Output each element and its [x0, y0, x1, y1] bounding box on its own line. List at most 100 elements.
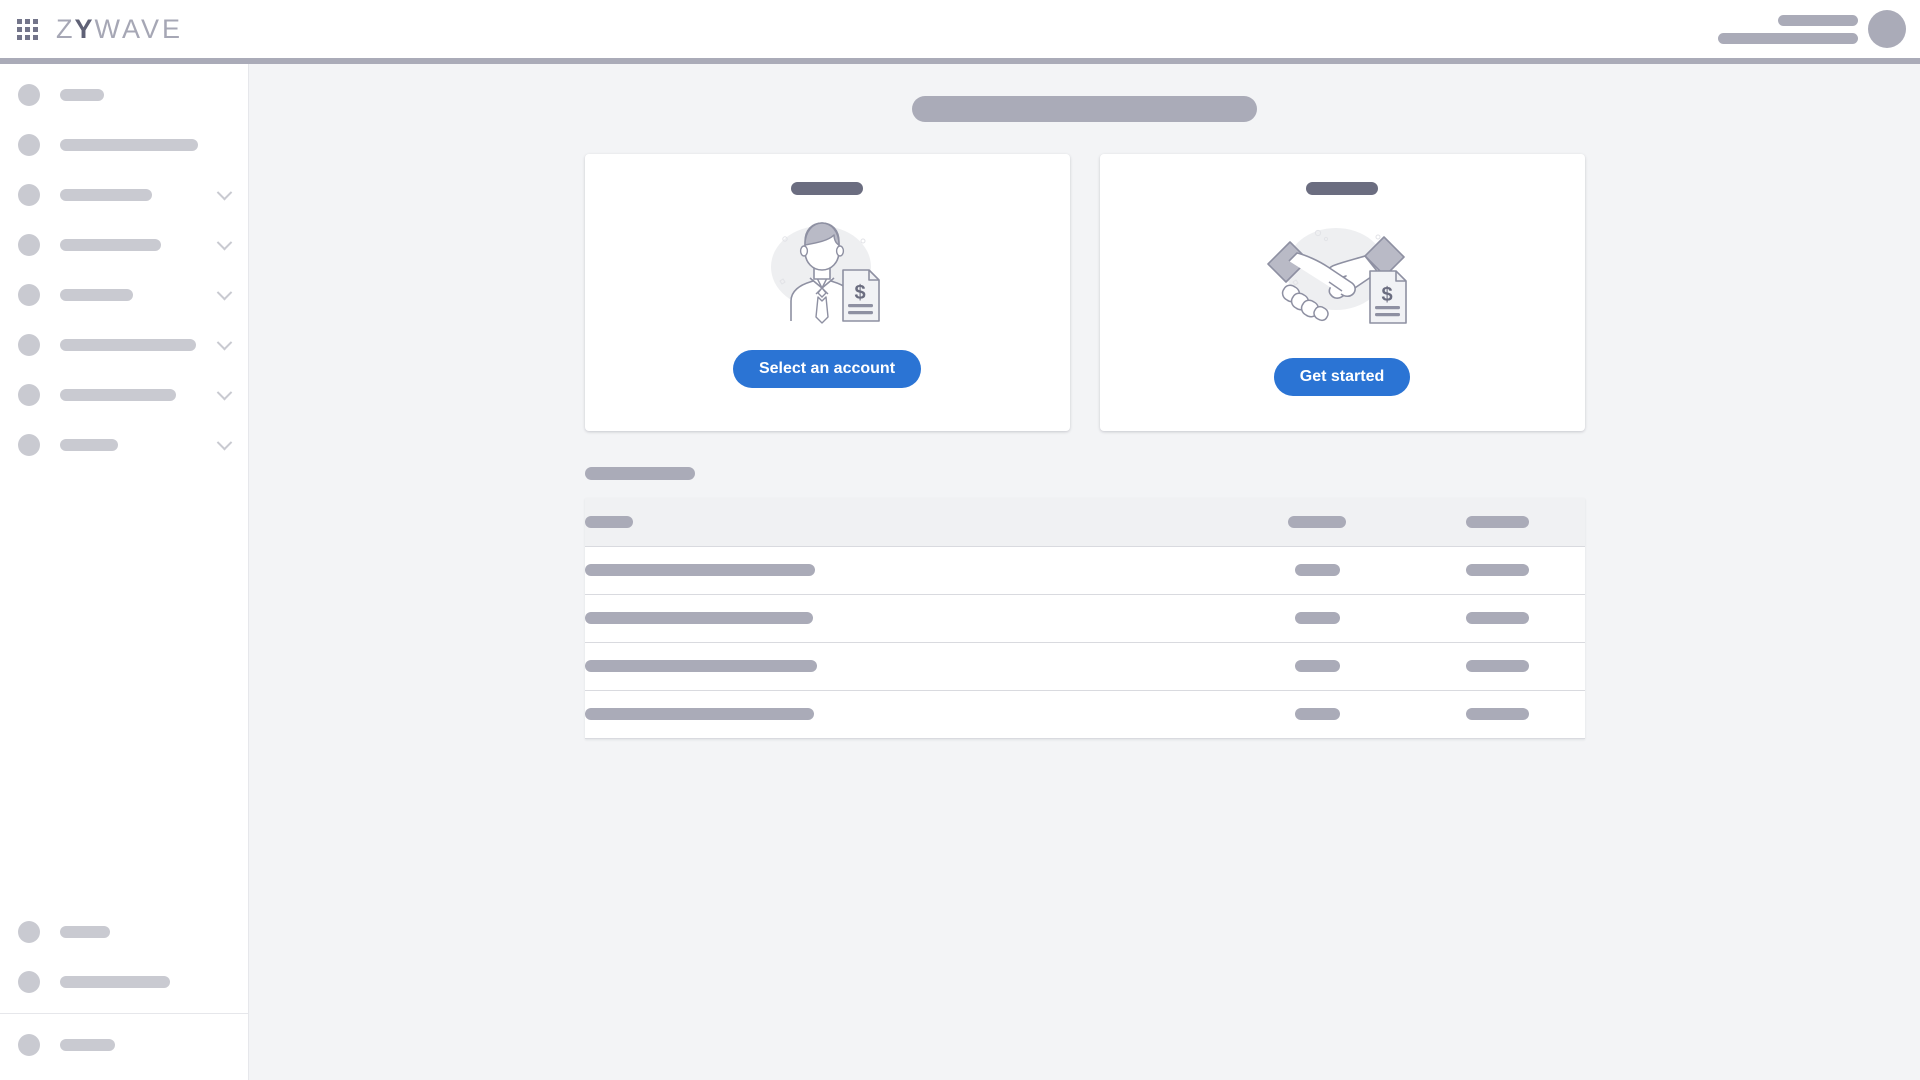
sidebar-item-7[interactable] [0, 420, 248, 470]
table-header-row [584, 498, 1585, 547]
sidebar-footer-item-0[interactable] [0, 907, 248, 957]
zywave-logo[interactable]: Z Y WAVE [56, 14, 183, 45]
nav-item-label [60, 139, 198, 151]
nav-item-icon [18, 184, 40, 206]
header-divider [0, 58, 1920, 64]
nav-item-label [60, 289, 133, 301]
cell-placeholder [1294, 660, 1340, 672]
sidebar-item-6[interactable] [0, 370, 248, 420]
logo-y-mark: Y [74, 13, 96, 44]
get-started-button[interactable]: Get started [1273, 358, 1411, 396]
header-user-area[interactable] [1718, 10, 1920, 48]
cell-placeholder [584, 612, 813, 624]
table-row[interactable] [584, 642, 1585, 690]
select-account-card: $ Select an account [584, 154, 1070, 431]
table-cell [1410, 690, 1585, 738]
page-title [912, 96, 1257, 122]
cell-placeholder [1465, 708, 1529, 720]
nav-item-icon [18, 84, 40, 106]
chevron-down-icon[interactable] [216, 284, 233, 300]
column-header-1[interactable] [1224, 498, 1410, 547]
sidebar-item-0[interactable] [0, 70, 248, 120]
nav-item-label [60, 239, 161, 251]
column-header-placeholder [1288, 515, 1346, 528]
cell-placeholder [1465, 564, 1529, 576]
column-header-0[interactable] [584, 498, 1225, 547]
action-cards: $ Select an account $ Get started [249, 154, 1920, 431]
grid-cell [24, 18, 30, 24]
table-row[interactable] [584, 594, 1585, 642]
nav-item-icon [18, 434, 40, 456]
data-table [584, 498, 1585, 739]
chevron-down-icon[interactable] [216, 334, 233, 350]
svg-text:$: $ [854, 282, 865, 304]
nav-item-icon [18, 334, 40, 356]
user-org-placeholder [1718, 32, 1858, 44]
table-row[interactable] [584, 690, 1585, 738]
table-cell [584, 546, 1225, 594]
handshake-with-invoice-icon: $ [1267, 228, 1407, 324]
chevron-down-icon[interactable] [216, 234, 233, 250]
table-body [584, 546, 1585, 738]
app-header: Z Y WAVE [0, 0, 1920, 58]
select-account-button[interactable]: Select an account [732, 350, 922, 388]
cell-placeholder [584, 660, 817, 672]
cell-placeholder [1465, 612, 1529, 624]
nav-item-icon [18, 1034, 40, 1056]
table-cell [1225, 690, 1410, 738]
table-row[interactable] [584, 546, 1585, 594]
grid-cell [32, 34, 38, 40]
nav-item-icon [18, 921, 40, 943]
grid-cell [32, 18, 38, 24]
nav-item-label [60, 1039, 115, 1051]
grid-cell [16, 26, 22, 32]
nav-item-icon [18, 384, 40, 406]
nav-item-label [60, 89, 104, 101]
chevron-down-icon[interactable] [216, 184, 233, 200]
table-cell [1410, 594, 1585, 642]
avatar[interactable] [1868, 10, 1906, 48]
sidebar-item-5[interactable] [0, 320, 248, 370]
table-cell [1410, 642, 1585, 690]
cell-placeholder [1294, 708, 1340, 720]
cell-placeholder [584, 564, 815, 576]
nav-item-label [60, 976, 170, 988]
table-cell [584, 642, 1225, 690]
nav-item-label [60, 389, 176, 401]
grid-cell [16, 34, 22, 40]
table-cell [584, 594, 1225, 642]
svg-text:$: $ [1381, 284, 1392, 306]
nav-item-icon [18, 971, 40, 993]
grid-apps-icon[interactable] [16, 18, 38, 40]
sidebar-item-4[interactable] [0, 270, 248, 320]
sidebar-footer-item-0[interactable] [0, 1020, 248, 1070]
column-header-2[interactable] [1409, 498, 1585, 547]
nav-item-label [60, 439, 118, 451]
nav-item-icon [18, 234, 40, 256]
nav-item-label [60, 189, 152, 201]
main-content: $ Select an account $ Get started [249, 64, 1920, 1080]
table-cell [1410, 546, 1585, 594]
sidebar-item-1[interactable] [0, 120, 248, 170]
sidebar-item-2[interactable] [0, 170, 248, 220]
chevron-down-icon[interactable] [216, 434, 233, 450]
data-table-section [584, 467, 1585, 739]
sidebar-footer-item-1[interactable] [0, 957, 248, 1007]
user-name-placeholder [1778, 14, 1858, 26]
column-header-placeholder [1465, 515, 1529, 528]
sidebar-divider [0, 1013, 248, 1014]
chevron-down-icon[interactable] [216, 384, 233, 400]
sidebar-item-3[interactable] [0, 220, 248, 270]
nav-item-label [60, 339, 196, 351]
table-cell [1225, 594, 1410, 642]
nav-item-icon [18, 134, 40, 156]
cell-placeholder [1294, 612, 1340, 624]
cell-placeholder [584, 708, 814, 720]
table-cell [584, 690, 1225, 738]
grid-cell [24, 26, 30, 32]
logo-text-first: Z [56, 13, 76, 44]
section-heading [584, 467, 695, 480]
cell-placeholder [1465, 660, 1529, 672]
sidebar-primary-nav [0, 64, 248, 470]
card-title-placeholder [791, 182, 863, 195]
